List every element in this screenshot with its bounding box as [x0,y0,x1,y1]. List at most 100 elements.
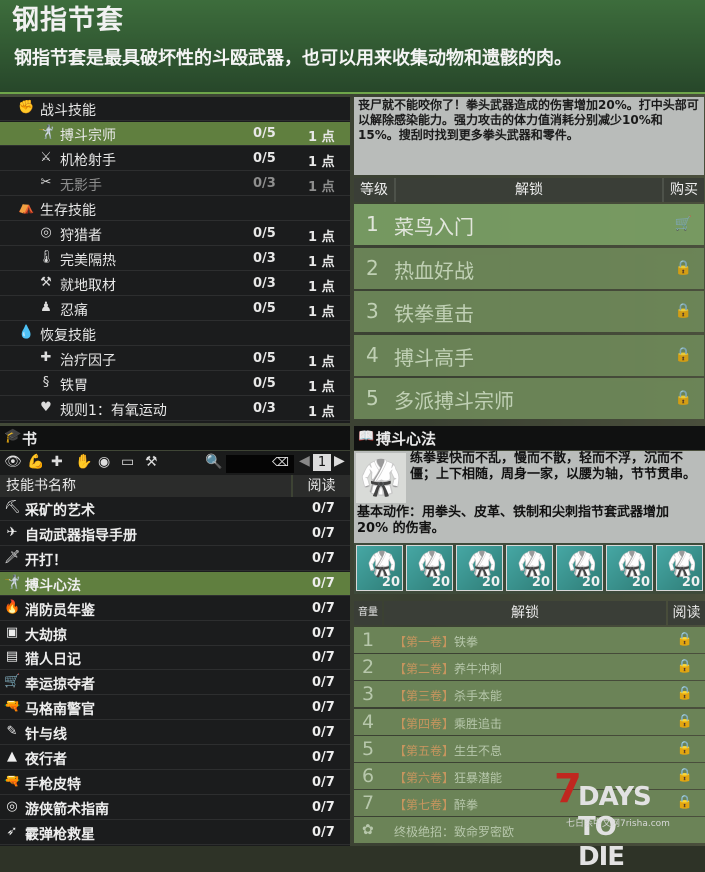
book-volume-card[interactable]: 🥋 20 [506,545,553,591]
cart-icon[interactable]: 🛒 [675,216,692,232]
perk-level-number: 3 [366,299,379,323]
skills-list: ✊ 战斗技能 🤺 搏斗宗师 0/5 1 点 ⚔ 机枪射手 0/5 1 点 ✂ 无影手 0/3 1 点 ⛺ 生存… [0,97,350,423]
survival-icon: ⛺ [18,200,35,215]
book-filter-icon[interactable]: ▭ [121,454,134,470]
watermark-site: 七日杀中文网7risha.com [566,819,670,829]
journal-icon: ▤ [5,649,19,665]
book-row[interactable]: ✎ 针与线 0/7 [0,721,350,746]
volume-row[interactable]: 4 【第四卷】乘胜追击 🔒 [354,708,705,735]
lock-icon: 🔒 [676,740,693,756]
item-description: 钢指节套是最具破坏性的斗殴武器，也可以用来收集动物和遗骸的肉。 [14,48,572,69]
perk-level-row[interactable]: 4 搏斗高手 🔒 [354,334,704,376]
book-volume-card[interactable]: 🥋 20 [356,545,403,591]
brawler-icon: 🥋 [356,453,406,503]
skill-row[interactable]: ✂ 无影手 0/3 1 点 [0,172,350,196]
book-row[interactable]: ✈ 自动武器指导手册 0/7 [0,522,350,546]
heal-icon: ✚ [40,350,52,365]
skill-row[interactable]: ♟ 忍痛 0/5 1 点 [0,297,350,321]
eye-icon[interactable]: 👁 [4,454,22,470]
book-effect: 基本动作：用拳头、皮革、铁制和尖刺指节套武器增加 20% 的伤害。 [357,505,670,536]
skill-row[interactable]: ⚒ 就地取材 0/3 1 点 [0,272,350,296]
card-count: 20 [381,575,400,590]
perk-level-row[interactable]: 5 多派搏斗宗师 🔒 [354,378,704,419]
next-page-button[interactable]: ▶ [334,453,345,469]
skill-row[interactable]: ⚔ 机枪射手 0/5 1 点 [0,147,350,171]
book-row[interactable]: ⛏ 采矿的艺术 0/7 [0,497,350,521]
perk-level-number: 2 [366,255,379,280]
book-volume-card[interactable]: 🥋 20 [656,545,703,591]
hammer-icon[interactable]: ⚒ [145,454,158,470]
book-row[interactable]: 🔫 手枪皮特 0/7 [0,771,350,795]
strength-icon[interactable]: 💪 [27,454,44,470]
book-row[interactable]: ◎ 游侠箭术指南 0/7 [0,796,350,820]
skill-level: 0/5 [253,226,276,241]
book-volume-card[interactable]: 🥋 20 [456,545,503,591]
clear-search-icon[interactable]: ⌫ [272,455,289,469]
perk-level-row[interactable]: 1 菜鸟入门 🛒 [354,204,704,245]
pistol-icon: 🔫 [4,699,21,715]
book-volume-card[interactable]: 🥋 20 [606,545,653,591]
perk-level-row[interactable]: 2 热血好战 🔒 [354,247,704,289]
perk-level-number: 4 [366,342,379,367]
rifle-icon: ✈ [6,524,18,540]
perk-level-number: 1 [366,212,379,236]
volume-row[interactable]: 5 【第五卷】生生不息 🔒 [354,735,705,762]
skill-row[interactable]: 🤺 搏斗宗师 0/5 1 点 [0,122,350,146]
book-row[interactable]: 🗡 开打！ 0/7 [0,547,350,571]
book-row[interactable]: ▲ 夜行者 0/7 [0,746,350,770]
book-row[interactable]: ▤ 猎人日记 0/7 [0,646,350,671]
volumes-header: 音量 解锁 阅读 [354,601,705,625]
volume-row[interactable]: 1 【第一卷】铁拳 🔒 [354,627,705,653]
book-row[interactable]: ➶ 霰弹枪救星 0/7 [0,821,350,845]
book-row[interactable]: 🤺 搏斗心法 0/7 [0,571,350,596]
book-name: 猎人日记 [25,652,81,669]
level-column-header: 等级 [354,178,394,202]
book-name: 消防员年鉴 [25,602,95,619]
skill-row[interactable]: ◎ 狩猎者 0/5 1 点 [0,222,350,246]
skill-row[interactable]: 🌡 完美隔热 0/3 1 点 [0,247,350,271]
plus-icon[interactable]: ✚ [51,454,63,470]
skill-row[interactable]: ✚ 治疗因子 0/5 1 点 [0,347,350,371]
skill-category[interactable]: ✊ 战斗技能 [0,97,350,121]
book-row[interactable]: 🔥 消防员年鉴 0/7 [0,597,350,621]
perk-level-name: 热血好战 [394,258,474,283]
brain-icon[interactable]: ◉ [98,454,110,470]
qty-column-header: 音量 [354,601,382,625]
book-name: 手枪皮特 [25,776,81,793]
lock-icon: 🔒 [676,632,693,647]
row-divider [0,544,350,546]
skill-points: 1 点 [308,280,335,295]
skill-level: 0/5 [253,301,276,316]
book-row[interactable]: 🔫 马格南警官 0/7 [0,696,350,721]
stealth-icon[interactable]: ✋ [75,454,92,470]
card-count: 20 [581,575,600,590]
card-count: 20 [631,575,650,590]
row-divider [0,594,350,596]
book-read-column-header[interactable]: 阅读 [293,475,350,497]
brawler-icon: 🥋 [667,550,697,578]
skill-row[interactable]: ♥ 规则1：有氧运动 0/3 1 点 [0,397,350,421]
skill-category[interactable]: 💧 恢复技能 [0,322,350,346]
skill-row[interactable]: § 铁胃 0/5 1 点 [0,372,350,396]
book-row[interactable]: ▣ 大劫掠 0/7 [0,622,350,646]
volume-row[interactable]: 2 【第二卷】养牛冲刺 🔒 [354,654,705,681]
read-column-header: 阅读 [668,601,705,625]
book-progress: 0/7 [312,675,335,691]
book-volume-card[interactable]: 🥋 20 [556,545,603,591]
book-detail-header: 📖 搏斗心法 [354,426,705,450]
lock-icon: 🔒 [674,259,692,276]
card-count: 20 [431,575,450,590]
prev-page-button[interactable]: ◀ [299,453,310,469]
harvest-icon: ⚒ [40,275,52,290]
brawler-icon: 🥋 [467,550,497,578]
book-name-column-header[interactable]: 技能书名称 [0,475,291,497]
volume-row[interactable]: 3 【第三卷】杀手本能 🔒 [354,681,705,708]
book-row[interactable]: 🛒 幸运掠夺者 0/7 [0,671,350,696]
skill-category[interactable]: ⛺ 生存技能 [0,197,350,221]
book-progress: 0/7 [312,750,335,765]
book-volume-card[interactable]: 🥋 20 [406,545,453,591]
books-column-header: 技能书名称 阅读 [0,475,350,497]
perk-level-row[interactable]: 3 铁拳重击 🔒 [354,291,704,332]
medal-icon: ✿ [362,822,374,839]
skill-points: 1 点 [308,380,335,395]
